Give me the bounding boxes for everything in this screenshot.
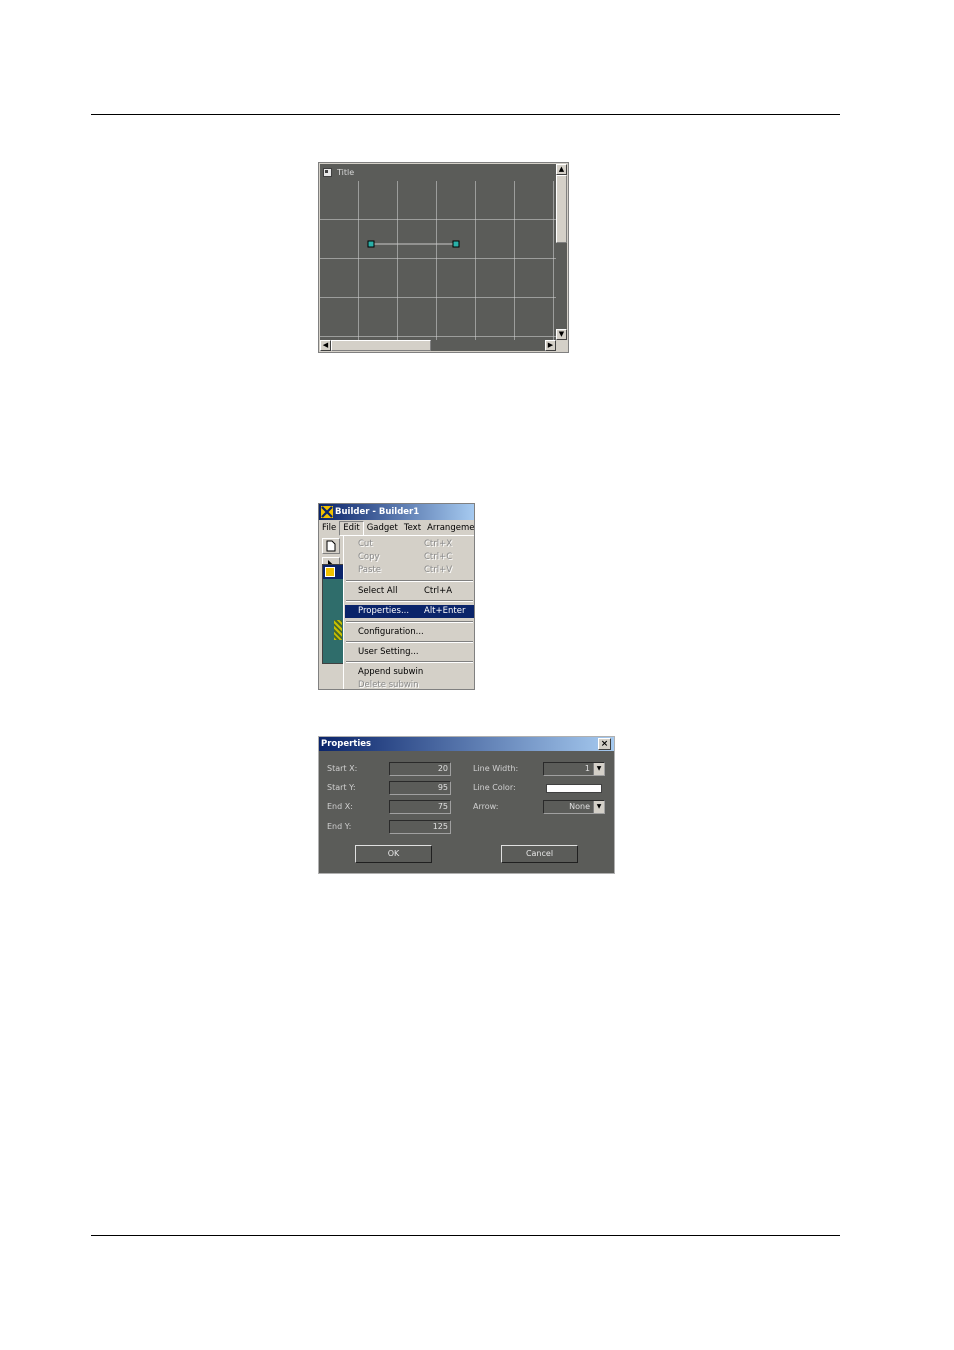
menu-item-delete-subwin[interactable]: Delete subwin: [345, 679, 474, 689]
start-y-field[interactable]: 95: [389, 781, 451, 795]
line-start-handle[interactable]: [367, 240, 375, 248]
chevron-down-icon[interactable]: ▼: [593, 763, 604, 775]
properties-title: Properties: [321, 739, 372, 749]
start-y-label: Start Y:: [327, 783, 356, 792]
menu-item-copy[interactable]: Copy Ctrl+C: [345, 551, 474, 564]
builder-window: Builder - Builder1 File Edit Gadget Text Arr…: [318, 503, 475, 690]
arrow-select[interactable]: None ▼: [543, 800, 605, 814]
menu-item-select-all[interactable]: Select All Ctrl+A: [345, 585, 474, 598]
start-x-field[interactable]: 20: [389, 762, 451, 776]
scroll-up-button[interactable]: ▲: [556, 164, 567, 175]
line-end-handle[interactable]: [452, 240, 460, 248]
cancel-button[interactable]: Cancel: [501, 845, 578, 863]
canvas-window-title: Title: [337, 168, 355, 177]
menu-item-append-subwin[interactable]: Append subwin: [345, 666, 474, 679]
new-document-button[interactable]: [322, 538, 340, 554]
horizontal-scrollbar[interactable]: ◀ ▶: [320, 340, 556, 351]
menu-arrangement[interactable]: Arrangemen: [424, 521, 474, 536]
window-icon: [323, 168, 332, 177]
properties-titlebar[interactable]: Properties: [319, 737, 614, 751]
chevron-down-icon[interactable]: ▼: [593, 801, 604, 813]
drawing-canvas[interactable]: [320, 181, 556, 340]
menu-edit[interactable]: Edit: [339, 521, 364, 536]
menu-item-configuration[interactable]: Configuration...: [345, 626, 474, 639]
builder-titlebar[interactable]: Builder - Builder1: [319, 504, 474, 520]
line-color-swatch[interactable]: [546, 784, 602, 793]
menu-item-paste[interactable]: Paste Ctrl+V: [345, 564, 474, 577]
vertical-scroll-thumb[interactable]: [556, 175, 567, 243]
scroll-right-button[interactable]: ▶: [545, 340, 556, 351]
vertical-scrollbar[interactable]: ▲ ▼: [556, 164, 567, 340]
builder-window-title: Builder - Builder1: [335, 507, 420, 517]
menu-file[interactable]: File: [319, 521, 339, 536]
line-width-select[interactable]: 1 ▼: [543, 762, 605, 776]
menubar: File Edit Gadget Text Arrangemen: [319, 521, 474, 536]
edit-menu-dropdown: Cut Ctrl+X Copy Ctrl+C Paste Ctrl+V Sele…: [343, 535, 474, 689]
menu-separator: [346, 641, 473, 643]
footer-rule: [91, 1235, 840, 1236]
subwindow-icon: [325, 567, 335, 577]
menu-gadget[interactable]: Gadget: [364, 521, 401, 536]
arrow-value: None: [569, 802, 590, 811]
start-x-label: Start X:: [327, 764, 358, 773]
scroll-left-button[interactable]: ◀: [320, 340, 331, 351]
document-icon: [326, 540, 336, 552]
canvas-window: Title ▲ ▼ ◀ ▶: [318, 162, 569, 353]
menu-separator: [346, 580, 473, 582]
end-y-field[interactable]: 125: [389, 820, 451, 834]
menu-item-user-setting[interactable]: User Setting...: [345, 646, 474, 659]
end-y-label: End Y:: [327, 822, 352, 831]
arrow-label: Arrow:: [473, 802, 499, 811]
canvas-titlebar[interactable]: Title: [320, 164, 556, 181]
builder-app-icon: [321, 506, 333, 518]
menu-separator: [346, 600, 473, 602]
header-rule: [91, 114, 840, 115]
menu-separator: [346, 661, 473, 663]
menu-item-properties[interactable]: Properties... Alt+Enter: [345, 605, 474, 618]
menu-item-cut[interactable]: Cut Ctrl+X: [345, 538, 474, 551]
ok-button[interactable]: OK: [355, 845, 432, 863]
line-color-label: Line Color:: [473, 783, 516, 792]
line-width-value: 1: [584, 764, 590, 773]
line-object[interactable]: [320, 181, 556, 340]
scroll-down-button[interactable]: ▼: [556, 329, 567, 340]
horizontal-scroll-thumb[interactable]: [331, 340, 431, 351]
line-width-label: Line Width:: [473, 764, 519, 773]
close-button[interactable]: ×: [598, 738, 611, 750]
pattern-swatch: [334, 620, 342, 640]
properties-dialog: Properties × Start X: 20 Start Y: 95 End…: [318, 736, 615, 874]
end-x-label: End X:: [327, 802, 353, 811]
menu-separator: [346, 621, 473, 623]
menu-text[interactable]: Text: [401, 521, 424, 536]
end-x-field[interactable]: 75: [389, 800, 451, 814]
